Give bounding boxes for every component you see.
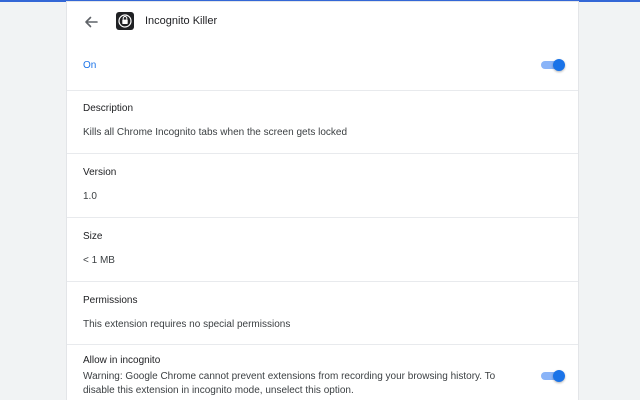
size-section: Size < 1 MB — [67, 217, 578, 281]
version-section: Version 1.0 — [67, 153, 578, 217]
back-button[interactable] — [81, 12, 101, 32]
toggle-knob — [553, 59, 565, 71]
permissions-text: This extension requires no special permi… — [83, 319, 291, 330]
details-header: Incognito Killer — [67, 2, 578, 42]
size-title: Size — [83, 231, 103, 242]
extension-details-card: Incognito Killer On Description Kills al… — [67, 2, 578, 400]
description-section: Description Kills all Chrome Incognito t… — [67, 90, 578, 153]
allow-incognito-title: Allow in incognito — [83, 355, 161, 366]
toggle-knob — [553, 370, 565, 382]
allow-incognito-section: Allow in incognito Warning: Google Chrom… — [67, 344, 578, 400]
size-value: < 1 MB — [83, 255, 115, 266]
allow-incognito-toggle[interactable] — [540, 369, 565, 383]
extension-enable-toggle[interactable] — [540, 58, 565, 72]
description-title: Description — [83, 103, 134, 114]
enabled-status-label: On — [83, 60, 97, 71]
incognito-killer-logo-icon — [116, 12, 134, 30]
permissions-section: Permissions This extension requires no s… — [67, 281, 578, 344]
arrow-back-icon — [85, 16, 98, 28]
version-value: 1.0 — [83, 191, 97, 202]
incognito-warning-text: Warning: Google Chrome cannot prevent ex… — [83, 371, 496, 396]
permissions-title: Permissions — [83, 295, 138, 306]
extension-name: Incognito Killer — [145, 15, 218, 27]
description-text: Kills all Chrome Incognito tabs when the… — [83, 127, 348, 138]
version-title: Version — [83, 167, 117, 178]
